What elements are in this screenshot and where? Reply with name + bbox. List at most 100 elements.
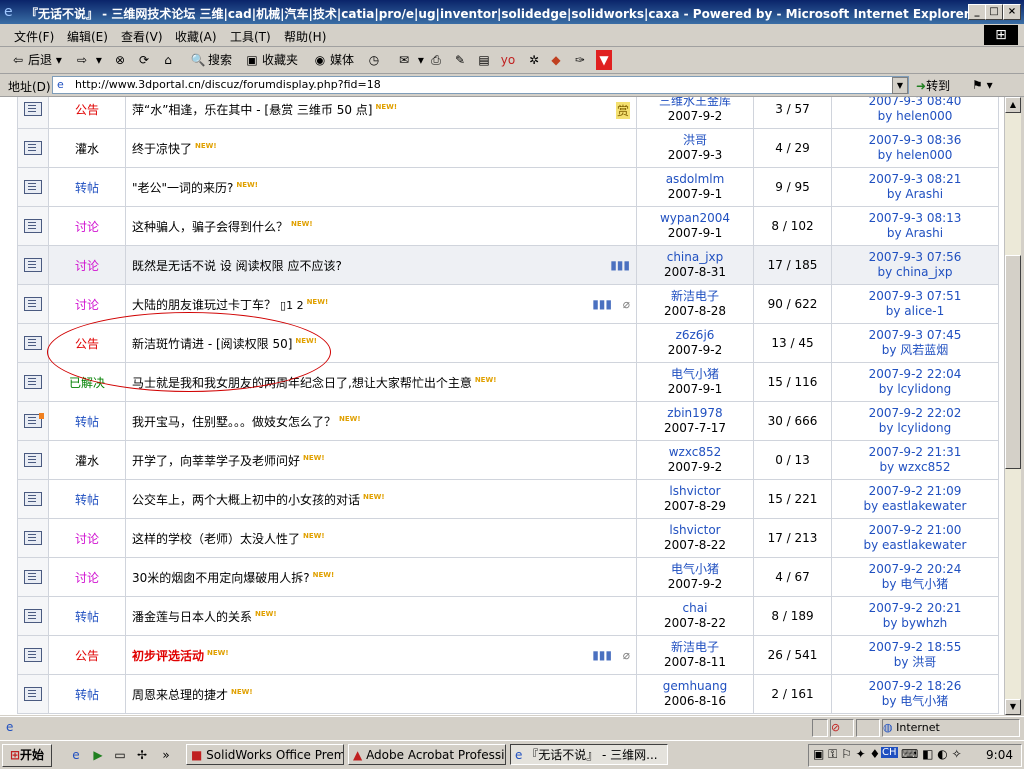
tray-icons[interactable]: ▣ ⚿ ⚐ ✦ ♦ [813,747,880,762]
thread-row[interactable]: 讨论 这种骗人，骗子会得到什么？ NEW! wypan2004 2007-9-1 8 / … [17,206,999,246]
thread-lastpost-time[interactable]: 2007-9-3 08:21 [869,172,962,186]
thread-lastpost-by[interactable]: by 风若蓝烟 [882,343,949,357]
address-input[interactable]: e http://www.3dportal.cn/discuz/forumdisp… [52,76,909,94]
ie-quicklaunch-icon[interactable]: e [68,747,84,763]
thread-type[interactable]: 讨论 [48,206,126,246]
maximize-button[interactable]: □ [985,4,1003,20]
thread-lastpost-time[interactable]: 2007-9-3 07:56 [869,250,962,264]
thread-row[interactable]: 转帖 公交车上，两个大概上初中的小女孩的对话 NEW! lshvictor 2007-8… [17,479,999,519]
thread-title-link[interactable]: 终于凉快了 [132,142,192,156]
thread-lastpost-by[interactable]: by Arashi [887,187,943,201]
thread-author-link[interactable]: z6z6j6 [676,328,715,342]
thread-row[interactable]: 公告 萍“水”相逢，乐在其中 - [悬赏 三维币 50 点] NEW! 赏三维水王金库… [17,97,999,129]
thread-title-link[interactable]: 初步评选活动 [132,649,204,663]
thread-lastpost-by[interactable]: by 洪哥 [894,655,937,669]
thread-lastpost-by[interactable]: by alice-1 [886,304,945,318]
thread-type[interactable]: 灌水 [48,440,126,480]
thread-author-link[interactable]: 电气小猪 [671,367,719,381]
thread-row[interactable]: 公告 初步评选活动 NEW! ▮▮▮ ⌀ 新洁电子 2007-8-11 26 / 541 200… [17,635,999,675]
media-player-quicklaunch-icon[interactable]: ▶ [90,747,106,763]
thread-type[interactable]: 转帖 [48,401,126,441]
thread-lastpost-by[interactable]: by Arashi [887,226,943,240]
media-button[interactable]: ◉ 媒体 [312,50,354,70]
thread-lastpost-by[interactable]: by bywhzh [883,616,948,630]
thread-author-link[interactable]: 电气小猪 [671,562,719,576]
thread-lastpost-by[interactable]: by eastlakewater [863,538,966,552]
thread-author-link[interactable]: 三维水王金库 [659,97,731,108]
tool-button-1[interactable]: ✲ [526,50,544,70]
thread-author-link[interactable]: wypan2004 [660,211,730,225]
thread-lastpost-by[interactable]: by 电气小猪 [882,694,949,708]
thread-lastpost-time[interactable]: 2007-9-2 22:04 [869,367,962,381]
thread-type[interactable]: 已解决 [48,362,126,402]
thread-title-link[interactable]: 这种骗人，骗子会得到什么？ [132,220,288,234]
address-dropdown-button[interactable]: ▼ [892,77,908,94]
task-ie[interactable]: e 『无话不说』 - 三维网... [510,744,668,765]
thread-author-link[interactable]: lshvictor [669,484,720,498]
thread-type[interactable]: 讨论 [48,284,126,324]
ie-window-icon[interactable]: e [4,4,20,20]
mail-button[interactable]: ✉ ▾ [396,50,424,70]
thread-lastpost-by[interactable]: by wzxc852 [879,460,950,474]
thread-title-link[interactable]: 马士就是我和我女朋友的两周年纪念日了,想让大家帮忙出个主意 [132,376,472,390]
thread-lastpost-by[interactable]: by china_jxp [877,265,952,279]
thread-lastpost-time[interactable]: 2007-9-3 08:36 [869,133,962,147]
thread-row[interactable]: 已解决 马士就是我和我女朋友的两周年纪念日了,想让大家帮忙出个主意 NEW! 电气小猪… [17,362,999,402]
page-numbers[interactable]: 1 2 [286,299,304,312]
thread-author-link[interactable]: gemhuang [663,679,727,693]
thread-author-link[interactable]: 洪哥 [683,133,707,147]
thread-title-link[interactable]: 开学了，向莘莘学子及老师问好 [132,454,300,468]
thread-row[interactable]: 转帖 "老公"一词的来历? NEW! asdolmlm 2007-9-1 9 / 95 20… [17,167,999,207]
edit-button[interactable]: ✎ [452,50,470,70]
thread-type[interactable]: 公告 [48,97,126,129]
menu-help[interactable]: 帮助(H) [284,28,326,45]
menu-file[interactable]: 文件(F) [14,28,54,45]
thread-row[interactable]: 灌水 开学了，向莘莘学子及老师问好 NEW! wzxc852 2007-9-2 0 / 1… [17,440,999,480]
thread-row[interactable]: 转帖 周恩来总理的捷才 NEW! gemhuang 2006-8-16 2 / 161 20… [17,674,999,714]
thread-type[interactable]: 讨论 [48,518,126,558]
thread-lastpost-by[interactable]: by 电气小猪 [882,577,949,591]
thread-type[interactable]: 灌水 [48,128,126,168]
thread-lastpost-by[interactable]: by eastlakewater [863,499,966,513]
thread-author-link[interactable]: asdolmlm [666,172,725,186]
app-quicklaunch-icon[interactable]: ✢ [134,747,150,763]
vertical-scrollbar[interactable]: ▲ ▼ [1004,97,1021,715]
thread-lastpost-by[interactable]: by lcylidong [879,421,951,435]
thread-row[interactable]: 转帖 我开宝马，住别墅。。。做妓女怎么了？ NEW! zbin1978 2007-7-1… [17,401,999,441]
thread-row[interactable]: 讨论 大陆的朋友谁玩过卡丁车？ ▯1 2 NEW! ▮▮▮ ⌀ 新洁电子 2007-8-28 9… [17,284,999,324]
thread-title-link[interactable]: 潘金莲与日本人的关系 [132,610,252,624]
task-solidworks[interactable]: ■ SolidWorks Office Premiu... [186,744,344,765]
thread-lastpost-by[interactable]: by helen000 [878,148,953,162]
start-button[interactable]: ⊞开始 [2,744,52,767]
thread-row[interactable]: 讨论 30米的烟囱不用定向爆破用人拆? NEW! 电气小猪 2007-9-2 4 / 67… [17,557,999,597]
thread-title-link[interactable]: "老公"一词的来历? [132,181,233,195]
thread-title-link[interactable]: 30米的烟囱不用定向爆破用人拆? [132,571,310,585]
menu-view[interactable]: 查看(V) [121,28,163,45]
more-quicklaunch-icon[interactable]: » [158,747,174,763]
task-acrobat[interactable]: ▲ Adobe Acrobat Professional [348,744,506,765]
thread-lastpost-time[interactable]: 2007-9-2 20:21 [869,601,962,615]
thread-row[interactable]: 灌水 终于凉快了 NEW! 洪哥 2007-9-3 4 / 29 2007-9-3 08:3… [17,128,999,168]
scroll-thumb[interactable] [1005,255,1021,469]
page-links[interactable]: ▯1 2 [280,299,304,312]
thread-title-link[interactable]: 既然是无话不说 设 阅读权限 应不应该? [132,259,342,273]
thread-lastpost-time[interactable]: 2007-9-2 20:24 [869,562,962,576]
thread-author-link[interactable]: china_jxp [667,250,724,264]
thread-lastpost-time[interactable]: 2007-9-3 07:51 [869,289,962,303]
thread-type[interactable]: 转帖 [48,167,126,207]
go-button[interactable]: ➜转到 [916,77,950,94]
menu-edit[interactable]: 编辑(E) [67,28,108,45]
thread-lastpost-time[interactable]: 2007-9-3 08:13 [869,211,962,225]
links-icon[interactable]: ⚑ ▾ [972,78,993,92]
thread-lastpost-by[interactable]: by helen000 [878,109,953,123]
thread-author-link[interactable]: lshvictor [669,523,720,537]
thread-title-link[interactable]: 公交车上，两个大概上初中的小女孩的对话 [132,493,360,507]
tool-button-2[interactable]: ◆ [548,50,566,70]
thread-title-link[interactable]: 我开宝马，住别墅。。。做妓女怎么了？ [132,415,336,429]
thread-lastpost-time[interactable]: 2007-9-2 22:02 [869,406,962,420]
tray-icons-2[interactable]: ⌨ ◧ ◐ ✧ [901,747,962,761]
thread-type[interactable]: 转帖 [48,674,126,714]
thread-row[interactable]: 公告 新洁斑竹请进 - [阅读权限 50] NEW! z6z6j6 2007-9-2 13… [17,323,999,363]
thread-title-link[interactable]: 周恩来总理的捷才 [132,688,228,702]
thread-lastpost-time[interactable]: 2007-9-3 07:45 [869,328,962,342]
